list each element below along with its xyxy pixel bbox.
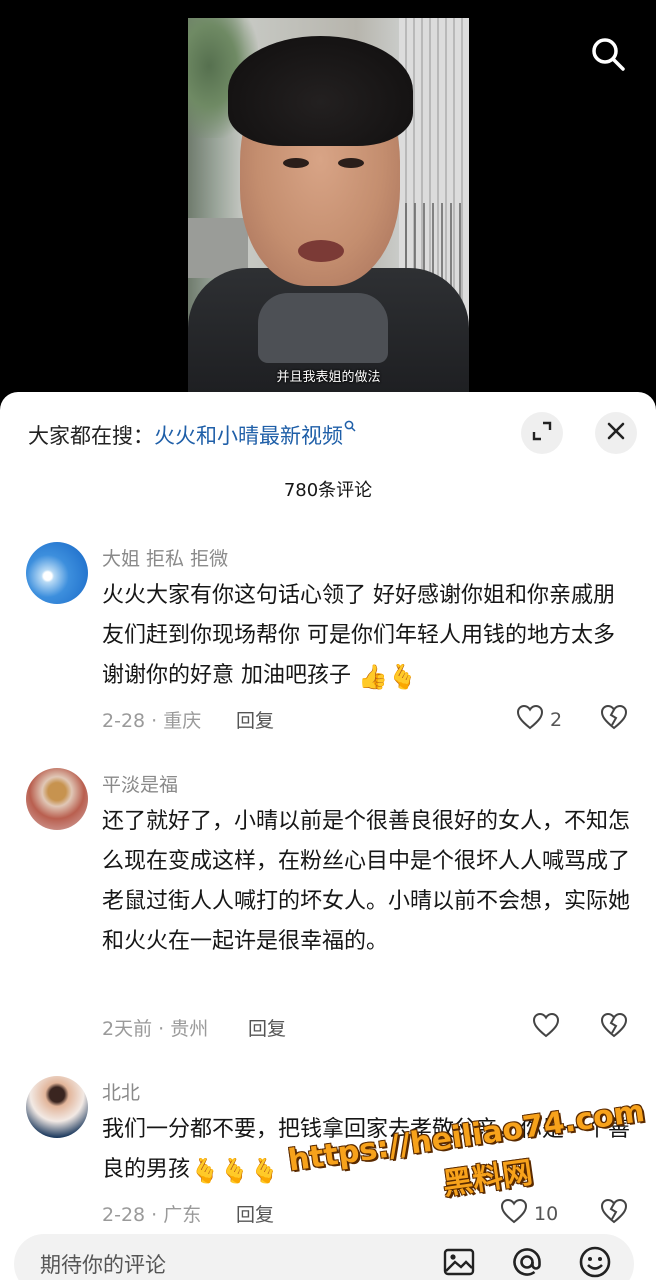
expand-button[interactable]: [521, 412, 563, 454]
search-suggestion[interactable]: 大家都在搜：火火和小晴最新视频: [28, 420, 356, 450]
broken-heart-icon: [600, 704, 628, 734]
finger-heart-emoji-icon: 🫰: [190, 1157, 220, 1185]
person-mouth: [298, 240, 344, 262]
video-player[interactable]: 并且我表姐的做法: [0, 0, 656, 400]
person-hair: [228, 36, 413, 146]
video-frame[interactable]: 并且我表姐的做法: [188, 18, 469, 394]
like-count: 10: [534, 1202, 559, 1225]
thumbs-up-emoji-icon: 👍: [358, 663, 388, 691]
small-search-icon: [344, 420, 356, 436]
finger-heart-emoji-icon: 🫰: [219, 1157, 250, 1185]
search-suggestion-prefix: 大家都在搜：: [28, 424, 154, 448]
person-collar: [258, 293, 388, 363]
video-subtitle: 并且我表姐的做法: [276, 370, 381, 385]
finger-heart-emoji-icon: 🫰: [249, 1157, 280, 1185]
finger-heart-emoji-icon: 🫰: [387, 663, 418, 691]
comment-username[interactable]: 北北: [102, 1078, 140, 1105]
comment-date-location: 2-28 · 广东: [102, 1204, 202, 1226]
comment-input-bar[interactable]: 期待你的评论: [14, 1234, 634, 1280]
close-icon: [605, 420, 627, 446]
search-icon[interactable]: [588, 34, 628, 74]
comment-text: 还了就好了，小晴以前是个很善良很好的女人，不知怎么现在变成这样，在粉丝心目中是个…: [102, 809, 631, 954]
expand-icon: [531, 420, 553, 446]
avatar[interactable]: [26, 768, 88, 830]
image-icon[interactable]: [442, 1245, 476, 1279]
comment-count: 780条评论: [283, 480, 373, 501]
search-suggestion-keyword[interactable]: 火火和小晴最新视频: [154, 424, 343, 448]
like-button[interactable]: 10: [500, 1198, 558, 1229]
comment-text: 火火大家有你这句话心领了 好好感谢你姐和你亲戚朋友们赶到你现场帮你 可是你们年轻…: [102, 576, 632, 697]
dislike-button[interactable]: [600, 1012, 628, 1042]
avatar[interactable]: [26, 1076, 88, 1138]
comment-input[interactable]: 期待你的评论: [40, 1249, 166, 1279]
heart-icon: [532, 1012, 560, 1043]
person-eye-left: [283, 158, 309, 168]
comment-username[interactable]: 大姐 拒私 拒微: [102, 544, 228, 571]
close-button[interactable]: [595, 412, 637, 454]
comment-username[interactable]: 平淡是福: [102, 770, 178, 797]
person-eye-right: [338, 158, 364, 168]
dislike-button[interactable]: [600, 704, 628, 734]
reply-button[interactable]: 回复: [236, 706, 274, 733]
broken-heart-icon: [600, 1198, 628, 1228]
heart-icon: [516, 704, 544, 735]
like-count: 2: [550, 708, 563, 731]
comment-date-location: 2-28 · 重庆: [102, 710, 202, 732]
avatar[interactable]: [26, 542, 88, 604]
like-button[interactable]: [532, 1012, 566, 1043]
like-button[interactable]: 2: [516, 704, 562, 735]
heart-icon: [500, 1198, 528, 1229]
reply-button[interactable]: 回复: [248, 1014, 286, 1041]
emoji-icon[interactable]: [578, 1245, 612, 1279]
reply-button[interactable]: 回复: [236, 1200, 274, 1227]
at-icon[interactable]: [510, 1245, 544, 1279]
broken-heart-icon: [600, 1012, 628, 1042]
comment-date-location: 2天前 · 贵州: [102, 1018, 209, 1040]
dislike-button[interactable]: [600, 1198, 628, 1228]
